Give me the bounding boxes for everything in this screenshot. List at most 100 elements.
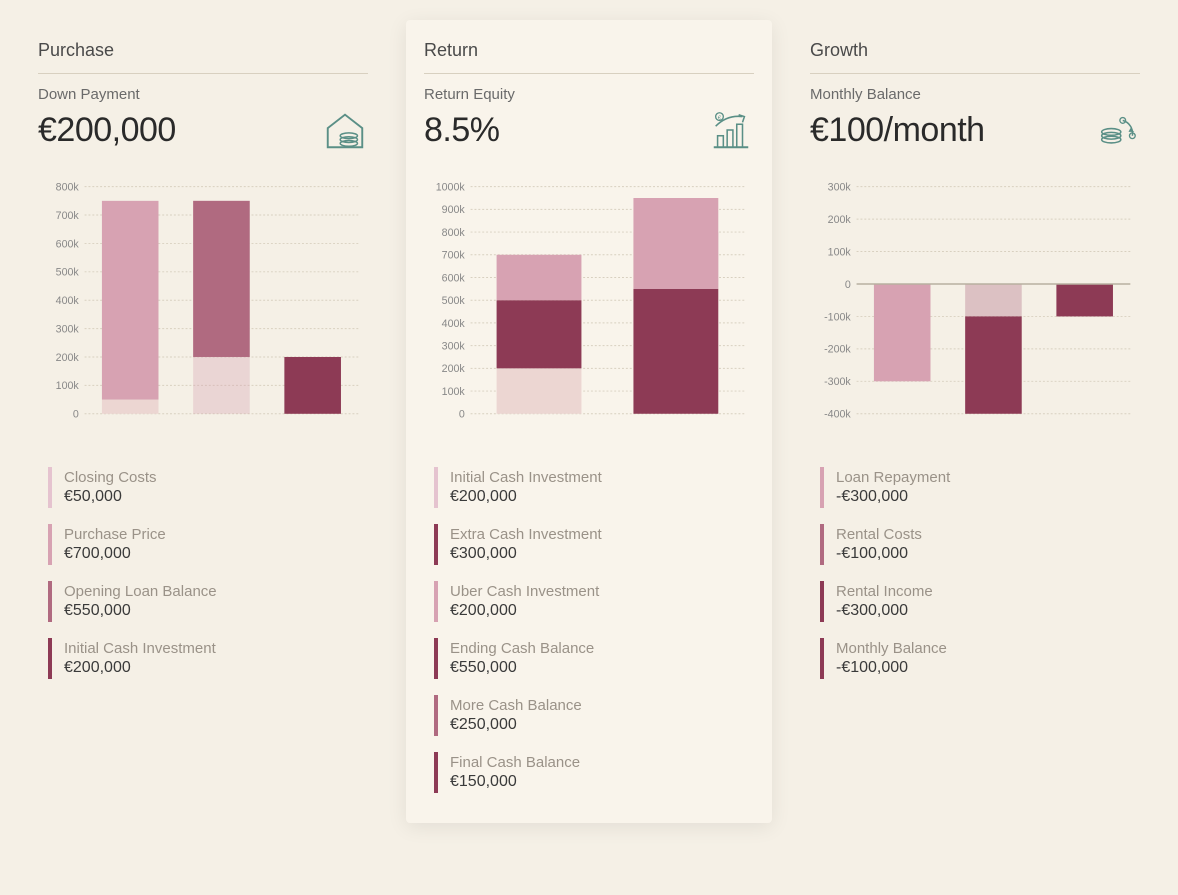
svg-text:700k: 700k [56, 210, 80, 222]
legend-item-value: €700,000 [64, 545, 368, 563]
legend-item: Monthly Balance -€100,000 [820, 638, 1140, 679]
svg-text:200k: 200k [828, 214, 852, 226]
svg-text:800k: 800k [56, 182, 80, 194]
chart-container: -400k -300k -200k -100k 0 100k 200k 300k [810, 177, 1140, 437]
svg-text:400k: 400k [442, 318, 466, 330]
legend-item-value: €200,000 [64, 659, 368, 677]
legend-item: Initial Cash Investment €200,000 [434, 467, 754, 508]
legend-item: Rental Income -€300,000 [820, 581, 1140, 622]
svg-text:100k: 100k [442, 386, 466, 398]
svg-text:-400k: -400k [824, 409, 851, 421]
svg-text:600k: 600k [442, 272, 466, 284]
legend-item-label: Rental Costs [836, 526, 1140, 543]
panel-purchase: PurchaseDown Payment€200,000 0100k200k30… [20, 20, 386, 823]
house-coins-icon [322, 107, 368, 153]
bar-segment [965, 316, 1022, 413]
legend-item-value: -€300,000 [836, 488, 1140, 506]
legend-item-value: €50,000 [64, 488, 368, 506]
legend-item-label: Opening Loan Balance [64, 583, 368, 600]
svg-text:300k: 300k [828, 182, 852, 194]
svg-text:200k: 200k [56, 352, 80, 364]
svg-text:400k: 400k [56, 295, 80, 307]
svg-text:900k: 900k [442, 204, 466, 216]
svg-text:800k: 800k [442, 227, 466, 239]
chart-return: 0100k200k300k400k500k600k700k800k900k100… [424, 177, 754, 437]
legend-item-value: -€300,000 [836, 602, 1140, 620]
legend-item-label: Final Cash Balance [450, 754, 754, 771]
svg-text:500k: 500k [56, 267, 80, 279]
legend-item-value: €200,000 [450, 488, 754, 506]
legend-item-label: Monthly Balance [836, 640, 1140, 657]
legend-item: Closing Costs €50,000 [48, 467, 368, 508]
svg-text:100k: 100k [56, 380, 80, 392]
panel-title: Purchase [38, 40, 368, 74]
legend-item-label: Initial Cash Investment [450, 469, 754, 486]
bar-segment [497, 300, 582, 368]
panel-growth: Growth Monthly Balance €100/month -400k -30… [792, 20, 1158, 823]
bar-segment [497, 368, 582, 413]
legend-list: Closing Costs €50,000 Purchase Price €700,0… [38, 467, 368, 679]
legend-item-label: Closing Costs [64, 469, 368, 486]
svg-text:100k: 100k [828, 246, 852, 258]
svg-text:300k: 300k [442, 341, 466, 353]
svg-text:0: 0 [73, 409, 79, 421]
metric-row: €200,000 [38, 107, 368, 153]
legend-item: Ending Cash Balance €550,000 [434, 638, 754, 679]
metric-label: Return Equity [424, 86, 754, 103]
legend-list: Loan Repayment-€300,000Rental Costs-€100… [810, 467, 1140, 679]
metric-value: €200,000 [38, 111, 176, 150]
bar-segment [965, 284, 1022, 316]
panel-title: Return [424, 40, 754, 74]
svg-text:0: 0 [845, 279, 851, 291]
house-coins-icon [322, 107, 368, 153]
coins-cycle-icon [1094, 107, 1140, 153]
legend-item: Final Cash Balance€150,000 [434, 752, 754, 793]
svg-text:1000k: 1000k [436, 182, 466, 194]
svg-text:0: 0 [459, 409, 465, 421]
growth-chart-icon: € [708, 107, 754, 153]
legend-item-value: €300,000 [450, 545, 754, 563]
bar-segment [633, 198, 718, 289]
legend-item-value: €550,000 [450, 659, 754, 677]
bar-segment [102, 201, 159, 400]
legend-item: Purchase Price €700,000 [48, 524, 368, 565]
legend-item-label: Uber Cash Investment [450, 583, 754, 600]
legend-item: Extra Cash Investment €300,000 [434, 524, 754, 565]
legend-item-value: -€100,000 [836, 545, 1140, 563]
legend-item: Opening Loan Balance€550,000 [48, 581, 368, 622]
chart-container: 0100k200k300k400k500k600k700k800k900k100… [424, 177, 754, 437]
bar-segment [1056, 284, 1113, 316]
legend-item: Rental Costs -€100,000 [820, 524, 1140, 565]
legend-item: Initial Cash Investment €200,000 [48, 638, 368, 679]
chart-container: 0100k200k300k400k500k600k700k800k [38, 177, 368, 437]
bar-segment [102, 400, 159, 414]
svg-text:-200k: -200k [824, 344, 851, 356]
metric-label: Down Payment [38, 86, 368, 103]
panel-return: ReturnReturn Equity8.5% € 0100k200k300k4… [406, 20, 772, 823]
legend-item-label: Purchase Price [64, 526, 368, 543]
svg-text:500k: 500k [442, 295, 466, 307]
chart-purchase: 0100k200k300k400k500k600k700k800k [38, 177, 368, 437]
legend-item-value: €200,000 [450, 602, 754, 620]
legend-item-label: Ending Cash Balance [450, 640, 754, 657]
svg-text:-300k: -300k [824, 376, 851, 388]
legend-item-label: Rental Income [836, 583, 1140, 600]
bar-segment [284, 357, 341, 414]
panel-title: Growth [810, 40, 1140, 74]
bar-segment [497, 255, 582, 300]
metric-value: 8.5% [424, 111, 500, 150]
legend-item: Uber Cash Investment €200,000 [434, 581, 754, 622]
svg-text:-100k: -100k [824, 311, 851, 323]
bar-segment [193, 201, 250, 357]
svg-text:700k: 700k [442, 250, 466, 262]
legend-item-value: €250,000 [450, 716, 754, 734]
legend-item-label: Initial Cash Investment [64, 640, 368, 657]
legend-item-label: Extra Cash Investment [450, 526, 754, 543]
legend-item-value: -€100,000 [836, 659, 1140, 677]
metric-row: €100/month [810, 107, 1140, 153]
coins-cycle-icon [1094, 107, 1140, 153]
chart-growth: -400k -300k -200k -100k 0 100k 200k 300k [810, 177, 1140, 437]
metric-label: Monthly Balance [810, 86, 1140, 103]
legend-item: More Cash Balance€250,000 [434, 695, 754, 736]
growth-chart-icon: € [708, 107, 754, 153]
